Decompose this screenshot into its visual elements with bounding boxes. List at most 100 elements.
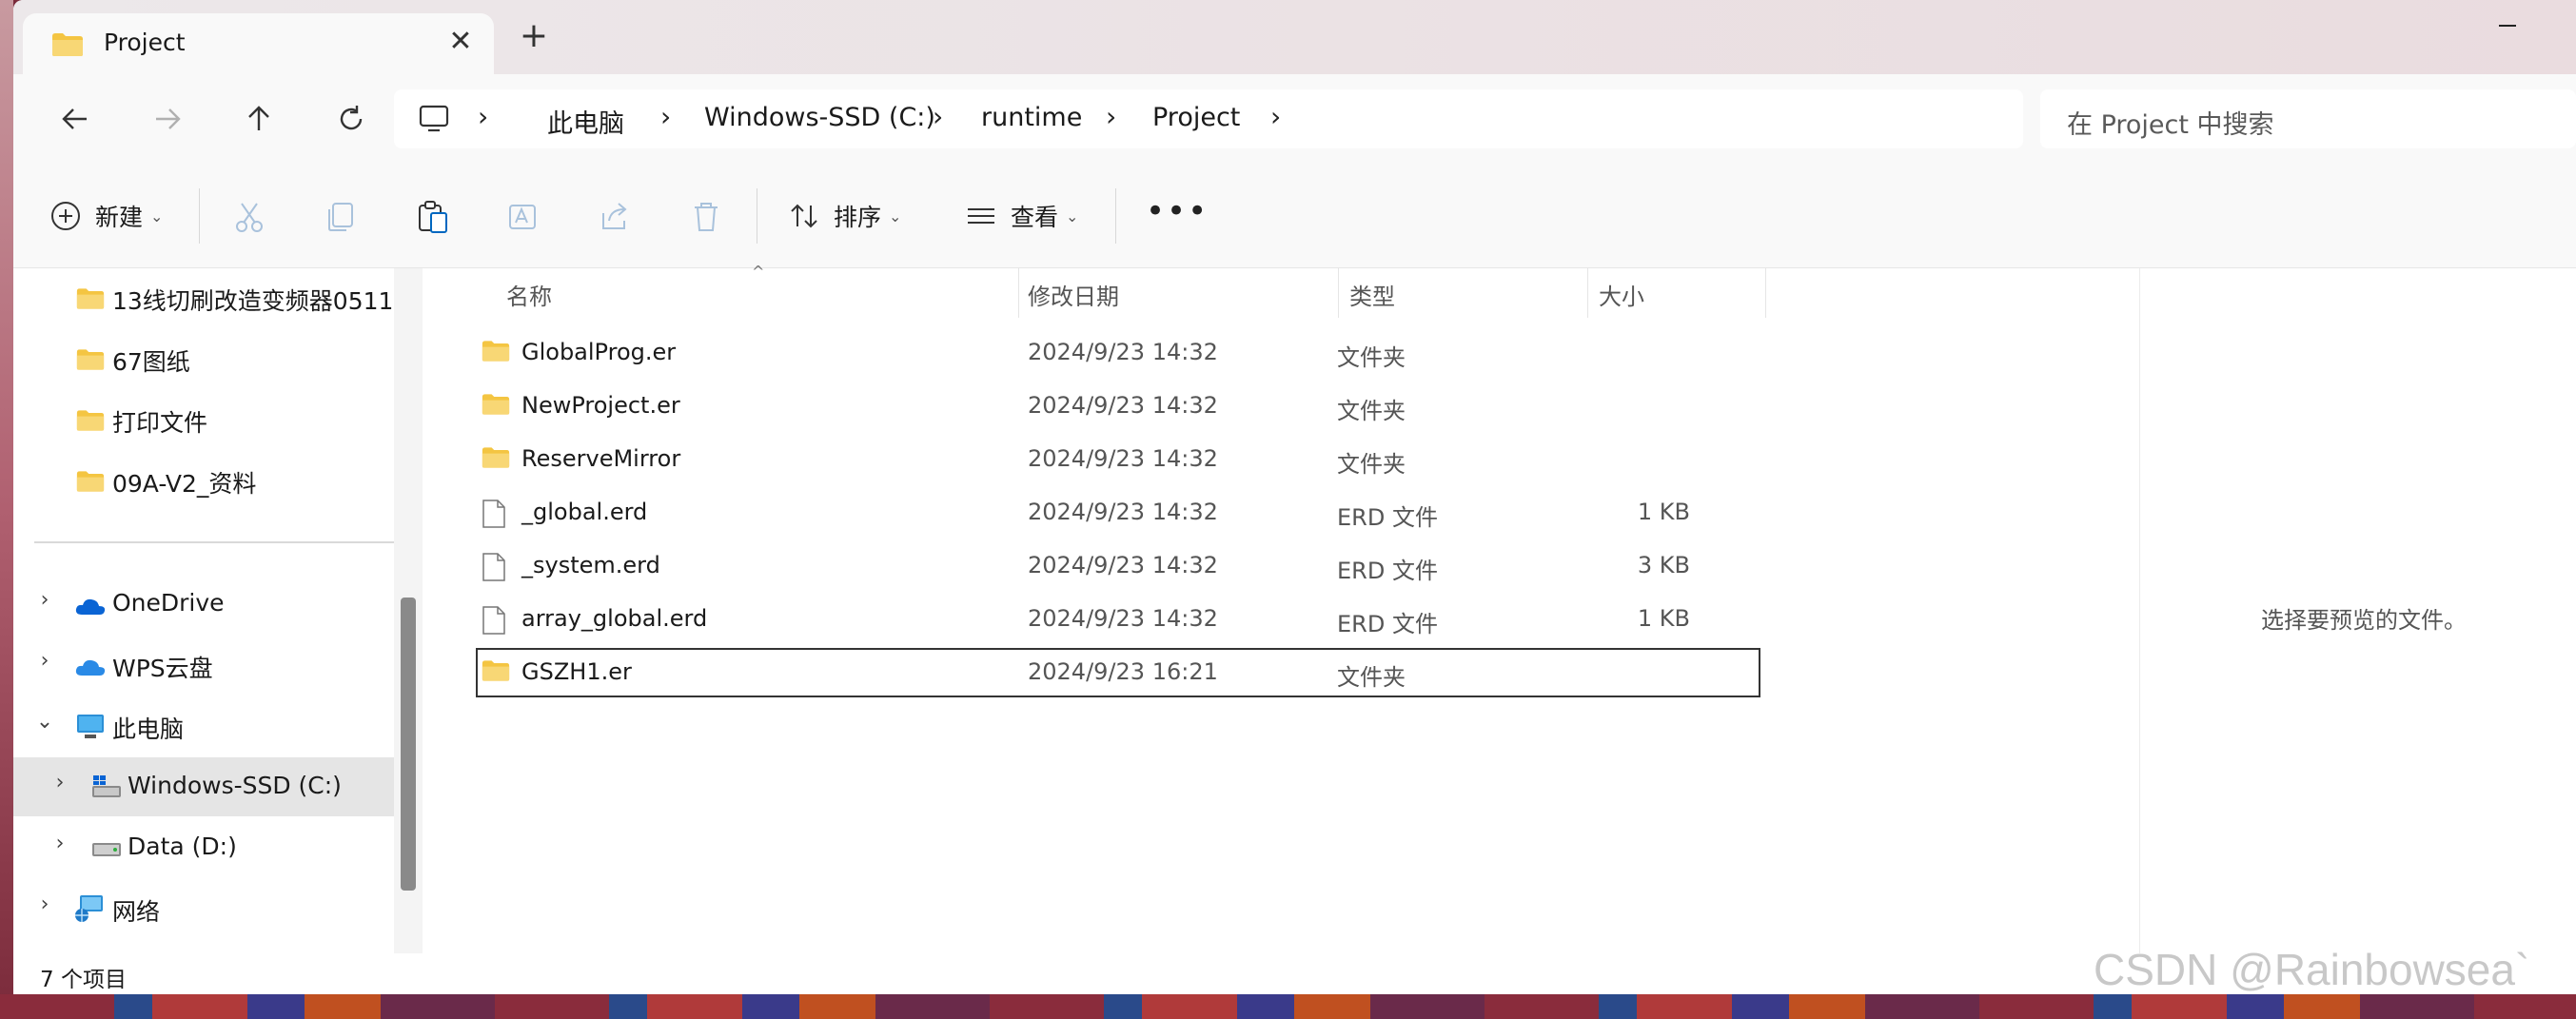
cloud-icon — [75, 659, 106, 676]
folder-icon — [482, 341, 510, 362]
chevron-right-icon: › — [478, 101, 489, 132]
file-date: 2024/9/23 14:32 — [1028, 392, 1218, 419]
refresh-button[interactable] — [327, 95, 375, 143]
breadcrumb-runtime[interactable]: runtime — [981, 103, 1082, 132]
close-tab-icon[interactable]: ✕ — [442, 25, 480, 58]
item-count: 7 个项目 — [40, 968, 127, 992]
file-row[interactable]: array_global.erd 2024/9/23 14:32 ERD 文件 … — [476, 595, 1760, 644]
copy-icon[interactable] — [322, 198, 360, 236]
plus-circle-icon — [51, 202, 80, 230]
file-row-focused[interactable]: GSZH1.er 2024/9/23 16:21 文件夹 — [476, 648, 1760, 697]
sidebar-item-label: 网络 — [112, 898, 161, 926]
sidebar-item-drive-d[interactable]: › Data (D:) — [13, 818, 394, 877]
sort-arrows-icon — [791, 204, 817, 228]
forward-button[interactable] — [144, 95, 191, 143]
desktop-background-bottom — [0, 994, 2576, 1019]
drive-icon — [92, 843, 121, 856]
new-label: 新建 — [95, 204, 144, 231]
file-name: GlobalProg.er — [521, 339, 677, 365]
sidebar-item-folder-09a[interactable]: 09A-V2_资料 — [13, 451, 394, 510]
navigation-bar: › 此电脑 › Windows-SSD (C:) › runtime › Pro… — [13, 74, 2576, 164]
chevron-down-icon: ⌄ — [889, 206, 902, 225]
file-name: _system.erd — [521, 552, 660, 578]
sidebar-item-folder-print[interactable]: 打印文件 — [13, 390, 394, 449]
back-button[interactable] — [51, 95, 99, 143]
file-row[interactable]: _system.erd 2024/9/23 14:32 ERD 文件 3 KB — [476, 541, 1760, 591]
sidebar-item-this-pc[interactable]: ⌄ 此电脑 — [13, 696, 394, 755]
file-icon — [482, 553, 505, 581]
delete-icon[interactable] — [687, 198, 725, 236]
chevron-right-icon: › — [1106, 101, 1117, 132]
desktop-background-left — [0, 0, 13, 1019]
navigation-pane: 13线切刷改造变频器0511 67图纸 打印文件 09A-V2_资料 › One… — [13, 268, 413, 953]
sort-button[interactable]: 排序 ⌄ — [788, 192, 901, 240]
minimize-button[interactable] — [2488, 8, 2526, 46]
column-header-type[interactable]: 类型 — [1349, 278, 1395, 311]
chevron-right-icon[interactable]: › — [30, 588, 59, 612]
column-divider[interactable] — [1018, 268, 1019, 318]
breadcrumb-this-pc[interactable]: 此电脑 — [547, 103, 624, 140]
chevron-right-icon[interactable]: › — [46, 771, 74, 794]
toolbar-divider — [1115, 188, 1116, 244]
sidebar-item-network[interactable]: › 网络 — [13, 879, 394, 938]
column-divider[interactable] — [1765, 268, 1766, 318]
file-type: ERD 文件 — [1337, 504, 1438, 531]
new-button[interactable]: 新建 ⌄ — [49, 192, 163, 240]
view-button[interactable]: 查看 ⌄ — [965, 192, 1078, 240]
share-icon[interactable] — [596, 198, 634, 236]
address-bar[interactable]: › 此电脑 › Windows-SSD (C:) › runtime › Pro… — [394, 89, 2023, 148]
file-row[interactable]: _global.erd 2024/9/23 14:32 ERD 文件 1 KB — [476, 488, 1760, 538]
paste-icon[interactable] — [413, 198, 451, 236]
column-header-size[interactable]: 大小 — [1599, 278, 1644, 311]
sidebar-item-folder-67[interactable]: 67图纸 — [13, 329, 394, 388]
command-bar: 新建 ⌄ 排序 ⌄ 查看 ⌄ ••• — [13, 164, 2576, 268]
toolbar-divider — [199, 188, 200, 244]
watermark-text: CSDN @Rainbowsea` — [2094, 945, 2530, 994]
chevron-right-icon[interactable]: › — [46, 832, 74, 855]
cut-icon[interactable] — [230, 198, 268, 236]
sidebar-item-label: OneDrive — [112, 589, 225, 617]
more-options-icon[interactable]: ••• — [1146, 192, 1209, 230]
file-icon — [482, 606, 505, 635]
new-tab-button[interactable]: + — [513, 19, 555, 53]
chevron-down-icon[interactable]: ⌄ — [30, 710, 59, 734]
chevron-right-icon: › — [660, 101, 672, 132]
search-box[interactable]: 在 Project 中搜索 — [2040, 89, 2576, 148]
folder-icon — [482, 447, 510, 468]
file-date: 2024/9/23 14:32 — [1028, 339, 1218, 365]
column-divider[interactable] — [1587, 268, 1588, 318]
sidebar-item-label: 此电脑 — [112, 715, 185, 743]
chevron-right-icon[interactable]: › — [30, 892, 59, 916]
breadcrumb-project[interactable]: Project — [1152, 103, 1240, 132]
column-header-date[interactable]: 修改日期 — [1028, 278, 1119, 311]
rename-icon[interactable] — [504, 198, 542, 236]
chevron-right-icon: › — [933, 101, 944, 132]
view-list-icon — [968, 208, 994, 224]
file-date: 2024/9/23 14:32 — [1028, 605, 1218, 632]
breadcrumb-drive-c[interactable]: Windows-SSD (C:) — [704, 103, 935, 132]
sidebar-item-wps-cloud[interactable]: › WPS云盘 — [13, 636, 394, 695]
sidebar-item-folder-13[interactable]: 13线切刷改造变频器0511 — [13, 268, 394, 327]
cloud-icon — [75, 598, 106, 615]
tab-project[interactable]: Project ✕ — [23, 13, 494, 74]
file-type: ERD 文件 — [1337, 611, 1438, 637]
folder-icon — [76, 471, 105, 492]
pc-icon — [77, 715, 104, 738]
chevron-down-icon: ⌄ — [150, 206, 164, 225]
file-row[interactable]: NewProject.er 2024/9/23 14:32 文件夹 — [476, 382, 1760, 431]
file-name: array_global.erd — [521, 605, 708, 632]
sidebar-item-drive-c[interactable]: › Windows-SSD (C:) — [13, 757, 394, 816]
file-name: NewProject.er — [521, 392, 680, 419]
file-row[interactable]: ReserveMirror 2024/9/23 14:32 文件夹 — [476, 435, 1760, 484]
search-input[interactable]: 在 Project 中搜索 — [2067, 104, 2274, 141]
column-header-name[interactable]: 名称 — [506, 278, 552, 311]
preview-pane: 选择要预览的文件。 — [2139, 268, 2576, 953]
up-button[interactable] — [235, 95, 283, 143]
file-row[interactable]: GlobalProg.er 2024/9/23 14:32 文件夹 — [476, 328, 1760, 378]
column-divider[interactable] — [1338, 268, 1339, 318]
sidebar-scrollbar-thumb[interactable] — [401, 598, 416, 891]
sidebar-item-onedrive[interactable]: › OneDrive — [13, 575, 394, 634]
sidebar-item-label: Data (D:) — [128, 833, 237, 860]
sidebar-item-label: 打印文件 — [112, 409, 208, 437]
chevron-right-icon[interactable]: › — [30, 649, 59, 673]
